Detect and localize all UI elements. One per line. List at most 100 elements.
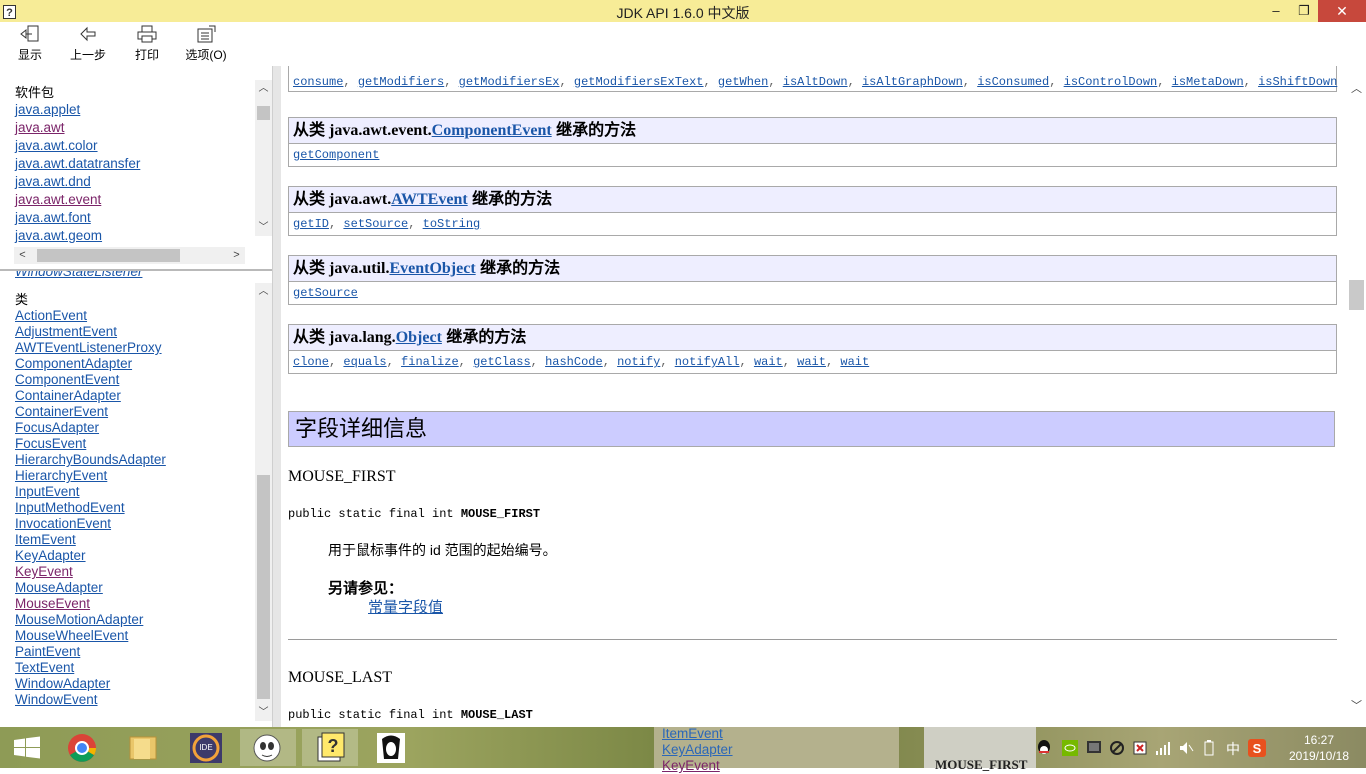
method-link[interactable]: consume: [293, 75, 343, 89]
scroll-down-icon[interactable]: ﹀: [255, 219, 272, 236]
gimp-taskbar-button[interactable]: [240, 729, 296, 766]
scroll-up-icon[interactable]: ︿: [1349, 80, 1364, 96]
class-link[interactable]: InputMethodEvent: [15, 500, 166, 516]
class-link[interactable]: ActionEvent: [15, 308, 166, 324]
network-tool-icon[interactable]: [1109, 740, 1125, 756]
scroll-down-icon[interactable]: ﹀: [1349, 697, 1364, 713]
method-link[interactable]: setSource: [343, 217, 408, 231]
package-link[interactable]: java.awt.datatransfer: [15, 155, 140, 173]
close-button[interactable]: ✕: [1318, 0, 1366, 22]
superclass-link[interactable]: AWTEvent: [391, 191, 467, 208]
package-link[interactable]: java.awt.font: [15, 209, 140, 227]
method-link[interactable]: notifyAll: [675, 355, 740, 369]
method-link[interactable]: getModifiersExText: [574, 75, 704, 89]
class-link[interactable]: ItemEvent: [15, 532, 166, 548]
package-link[interactable]: java.awt.event: [15, 191, 140, 209]
signal-icon[interactable]: [1155, 740, 1171, 756]
hscrollbar-thumb[interactable]: [37, 249, 180, 262]
method-link[interactable]: isShiftDown: [1258, 75, 1337, 89]
java-ide-taskbar-button[interactable]: IDE: [178, 729, 234, 766]
class-link[interactable]: FocusEvent: [15, 436, 166, 452]
method-link[interactable]: isAltDown: [783, 75, 848, 89]
method-link[interactable]: getWhen: [718, 75, 768, 89]
method-link[interactable]: getID: [293, 217, 329, 231]
package-list-scrollbar[interactable]: ︿ ﹀: [255, 80, 272, 236]
class-link[interactable]: FocusAdapter: [15, 420, 166, 436]
input-language-indicator[interactable]: 中: [1226, 739, 1240, 759]
minimize-button[interactable]: –: [1262, 0, 1290, 22]
package-link[interactable]: java.awt.geom: [15, 227, 140, 245]
maximize-button[interactable]: ❐: [1290, 0, 1318, 22]
method-link[interactable]: finalize: [401, 355, 459, 369]
show-button[interactable]: 显示: [16, 25, 44, 63]
superclass-link[interactable]: ComponentEvent: [432, 122, 552, 139]
security-icon[interactable]: [1132, 740, 1148, 756]
volume-muted-icon[interactable]: [1178, 740, 1194, 756]
method-link[interactable]: wait: [840, 355, 869, 369]
class-link[interactable]: WindowAdapter: [15, 676, 166, 692]
method-link[interactable]: wait: [754, 355, 783, 369]
list-item[interactable]: WindowStateListener: [15, 271, 142, 279]
package-link[interactable]: java.awt: [15, 119, 140, 137]
class-link[interactable]: ContainerAdapter: [15, 388, 166, 404]
method-link[interactable]: isAltGraphDown: [862, 75, 963, 89]
method-link[interactable]: equals: [343, 355, 386, 369]
method-link[interactable]: getComponent: [293, 148, 379, 162]
class-link[interactable]: HierarchyEvent: [15, 468, 166, 484]
avatar-taskbar-button[interactable]: [364, 729, 420, 766]
method-link[interactable]: getClass: [473, 355, 531, 369]
scroll-up-icon[interactable]: ︿: [255, 80, 272, 97]
battery-icon[interactable]: [1201, 740, 1217, 756]
content-scrollbar[interactable]: ︿ ﹀: [1347, 66, 1366, 727]
class-link[interactable]: PaintEvent: [15, 644, 166, 660]
help-taskbar-button[interactable]: ?: [302, 729, 358, 766]
class-link[interactable]: MouseAdapter: [15, 580, 166, 596]
class-link[interactable]: KeyEvent: [15, 564, 166, 580]
method-link[interactable]: isConsumed: [977, 75, 1049, 89]
class-link[interactable]: InputEvent: [15, 484, 166, 500]
package-list-hscrollbar[interactable]: < >: [14, 247, 245, 264]
scroll-up-icon[interactable]: ︿: [255, 283, 272, 300]
scrollbar-thumb[interactable]: [257, 106, 270, 120]
taskbar-clock[interactable]: 16:27 2019/10/18: [1284, 732, 1354, 764]
class-link[interactable]: WindowEvent: [15, 692, 166, 708]
method-link[interactable]: clone: [293, 355, 329, 369]
chrome-taskbar-button[interactable]: [54, 729, 110, 766]
method-link[interactable]: isMetaDown: [1172, 75, 1244, 89]
class-link[interactable]: TextEvent: [15, 660, 166, 676]
method-link[interactable]: notify: [617, 355, 660, 369]
sogou-ime-icon[interactable]: S: [1248, 739, 1266, 757]
explorer-taskbar-button[interactable]: [116, 729, 172, 766]
method-link[interactable]: wait: [797, 355, 826, 369]
back-button[interactable]: 上一步: [69, 25, 107, 63]
method-link[interactable]: getModifiers: [358, 75, 444, 89]
scroll-down-icon[interactable]: ﹀: [255, 704, 272, 721]
method-link[interactable]: toString: [423, 217, 481, 231]
class-link[interactable]: AWTEventListenerProxy: [15, 340, 166, 356]
class-link[interactable]: ContainerEvent: [15, 404, 166, 420]
method-link[interactable]: hashCode: [545, 355, 603, 369]
package-link[interactable]: java.applet: [15, 101, 140, 119]
class-link[interactable]: MouseWheelEvent: [15, 628, 166, 644]
method-link[interactable]: getModifiersEx: [459, 75, 560, 89]
display-icon[interactable]: [1086, 740, 1102, 756]
class-list-scrollbar[interactable]: ︿ ﹀: [255, 283, 272, 721]
class-link[interactable]: MouseEvent: [15, 596, 166, 612]
class-link[interactable]: MouseMotionAdapter: [15, 612, 166, 628]
method-link[interactable]: getSource: [293, 286, 358, 300]
class-link[interactable]: AdjustmentEvent: [15, 324, 166, 340]
class-link[interactable]: ComponentEvent: [15, 372, 166, 388]
class-link[interactable]: HierarchyBoundsAdapter: [15, 452, 166, 468]
package-link[interactable]: java.awt.color: [15, 137, 140, 155]
nvidia-icon[interactable]: [1062, 740, 1078, 756]
constant-values-link[interactable]: 常量字段值: [368, 596, 443, 617]
qq-icon[interactable]: [1036, 739, 1052, 757]
class-link[interactable]: KeyAdapter: [15, 548, 166, 564]
package-link[interactable]: java.awt.dnd: [15, 173, 140, 191]
scroll-left-icon[interactable]: <: [14, 247, 31, 264]
class-link[interactable]: InvocationEvent: [15, 516, 166, 532]
superclass-link[interactable]: Object: [396, 329, 442, 346]
class-link[interactable]: ComponentAdapter: [15, 356, 166, 372]
pane-splitter[interactable]: [272, 66, 281, 727]
options-button[interactable]: 选项(O): [184, 25, 228, 63]
